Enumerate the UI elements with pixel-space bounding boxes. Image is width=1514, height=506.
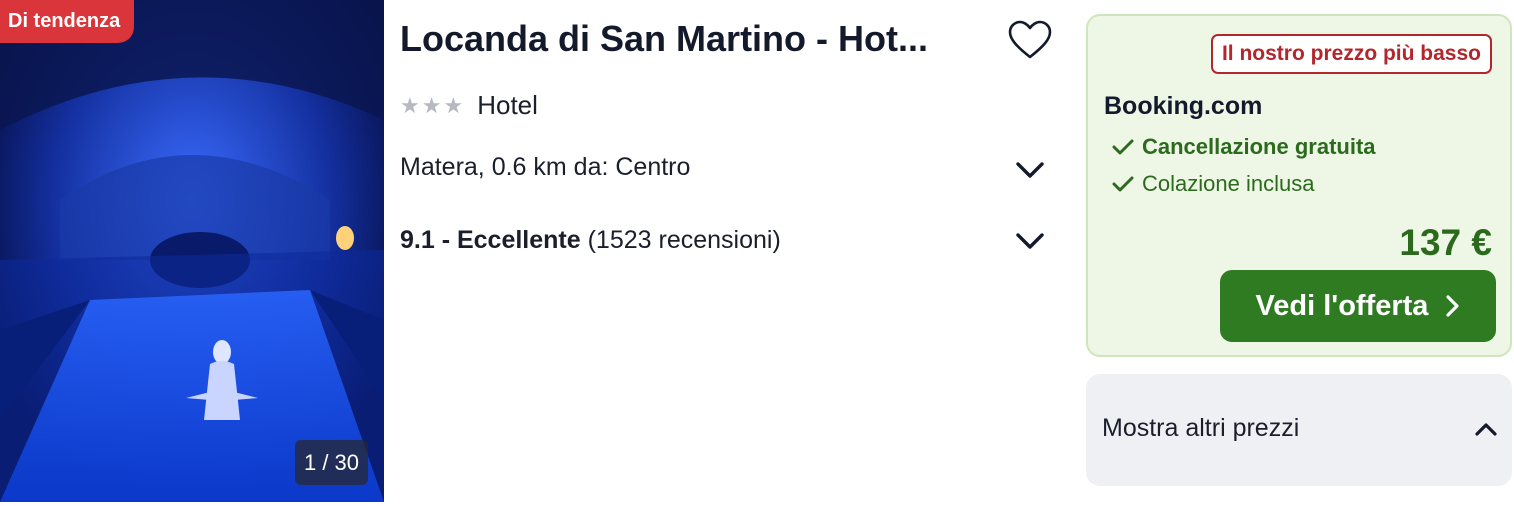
deal-provider: Booking.com bbox=[1104, 92, 1263, 120]
hotel-photo[interactable]: Di tendenza 1 / 30 bbox=[0, 0, 384, 502]
star-icon: ★ bbox=[400, 92, 420, 118]
star-icon: ★ bbox=[421, 92, 442, 118]
chevron-right-icon bbox=[1446, 295, 1460, 317]
heart-outline-icon[interactable] bbox=[1008, 20, 1052, 60]
rating-reviews: (1523 recensioni) bbox=[587, 226, 781, 254]
rating-score: 9.1 - Eccellente bbox=[400, 226, 581, 254]
perk-free-cancellation: Cancellazione gratuita bbox=[1112, 134, 1376, 160]
perk-breakfast: Colazione inclusa bbox=[1112, 171, 1314, 197]
star-icon: ★ bbox=[443, 92, 464, 118]
chevron-down-icon[interactable] bbox=[1014, 229, 1046, 253]
hotel-rating: 9.1 - Eccellente (1523 recensioni) bbox=[400, 226, 781, 255]
check-icon bbox=[1112, 176, 1134, 192]
view-offer-button[interactable]: Vedi l'offerta bbox=[1220, 270, 1496, 342]
chevron-up-icon bbox=[1475, 423, 1497, 436]
star-rating: ★ ★ ★ bbox=[400, 93, 463, 119]
hotel-card: Di tendenza 1 / 30 Locanda di San Martin… bbox=[0, 0, 1514, 506]
perk-label: Cancellazione gratuita bbox=[1142, 134, 1376, 159]
check-icon bbox=[1112, 139, 1134, 155]
more-prices-label: Mostra altri prezzi bbox=[1102, 414, 1300, 442]
chevron-down-icon[interactable] bbox=[1014, 158, 1046, 182]
more-prices-toggle[interactable]: Mostra altri prezzi bbox=[1086, 374, 1512, 486]
hotel-location: Matera, 0.6 km da: Centro bbox=[400, 153, 691, 181]
hotel-category: ★ ★ ★ Hotel bbox=[400, 90, 538, 121]
photo-illustration bbox=[0, 0, 384, 502]
perk-label: Colazione inclusa bbox=[1142, 171, 1315, 196]
hotel-title[interactable]: Locanda di San Martino - Hot... bbox=[400, 18, 928, 60]
lowest-price-tag: Il nostro prezzo più basso bbox=[1210, 34, 1492, 74]
photo-counter: 1 / 30 bbox=[295, 440, 368, 485]
best-deal-panel: Il nostro prezzo più basso Booking.com C… bbox=[1086, 14, 1512, 357]
view-offer-label: Vedi l'offerta bbox=[1255, 289, 1429, 322]
trending-badge: Di tendenza bbox=[0, 0, 135, 43]
hotel-type: Hotel bbox=[477, 90, 538, 120]
deal-price: 137 € bbox=[1399, 222, 1492, 263]
